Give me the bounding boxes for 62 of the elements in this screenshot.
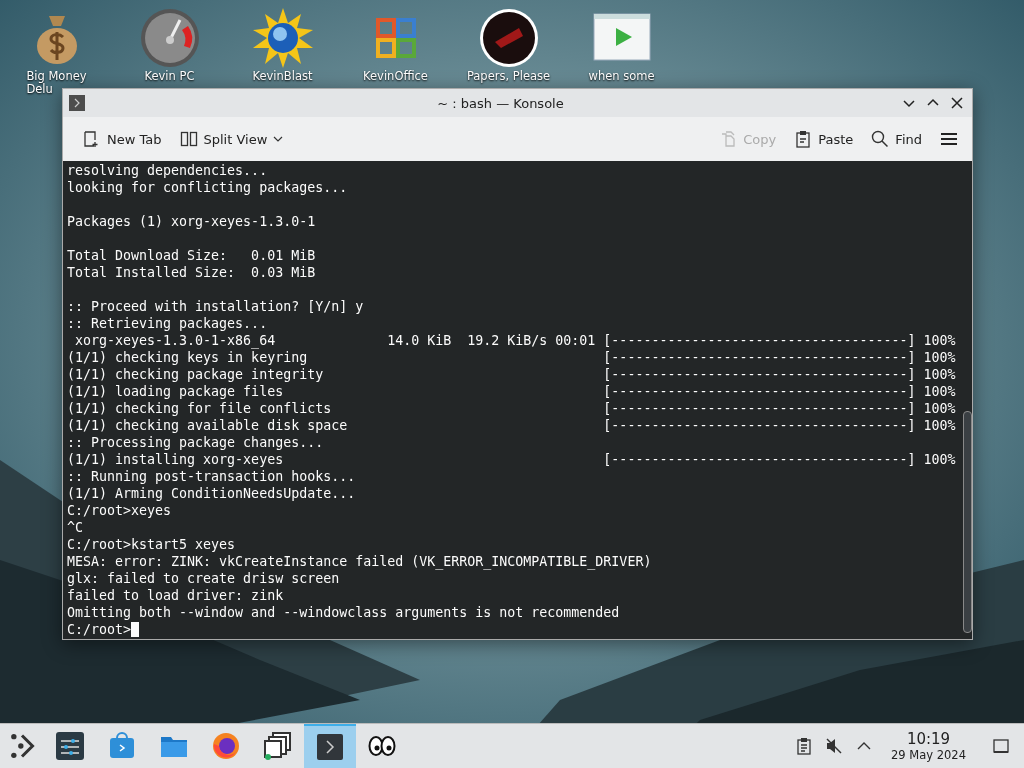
terminal-line: C:/root> bbox=[67, 621, 132, 638]
terminal-line: Total Installed Size: 0.03 MiB bbox=[67, 264, 316, 281]
terminal-line: looking for conflicting packages... bbox=[67, 179, 348, 196]
terminal-line: (1/1) installing xorg-xeyes [-------------------------------------] 100% bbox=[67, 451, 956, 468]
terminal-line: :: Retrieving packages... bbox=[67, 315, 268, 332]
caret-icon bbox=[273, 134, 284, 144]
icon-label[interactable]: Big Money bbox=[26, 70, 87, 83]
terminal-line: Omitting both --window and --windowclass arguments is not recommended bbox=[67, 604, 620, 621]
terminal-line: glx: failed to create drisw screen bbox=[67, 570, 340, 587]
launcher-icon bbox=[8, 732, 36, 760]
terminal-line: :: Running post-transaction hooks... bbox=[67, 468, 356, 485]
icon-label[interactable]: Kevin PC bbox=[144, 70, 195, 83]
terminal-line: C:/root>kstart5 xeyes bbox=[67, 536, 236, 553]
terminal-line: (1/1) checking for file conflicts [-------------------------------------] 100% bbox=[67, 400, 956, 417]
scrollbar-thumb[interactable] bbox=[962, 411, 972, 633]
terminal-line: :: Processing package changes... bbox=[67, 434, 324, 451]
terminal-line: (1/1) checking available disk space [-------------------------------------] 100% bbox=[67, 417, 956, 434]
new-tab-icon bbox=[83, 130, 101, 148]
terminal-line: (1/1) checking keys in keyring [-------------------------------------] 100% bbox=[67, 349, 956, 366]
paste-button[interactable]: Paste bbox=[788, 126, 860, 152]
emblem-icon bbox=[478, 8, 539, 68]
terminal-line: (1/1) checking package integrity [-------------------------------------] 100% bbox=[67, 366, 956, 383]
gauge-icon bbox=[139, 8, 200, 68]
terminal-line: failed to load driver: zink bbox=[67, 587, 284, 604]
terminal-icon bbox=[316, 733, 344, 761]
window-title: ~ : bash — Konsole bbox=[437, 95, 564, 111]
taskbar-button[interactable] bbox=[304, 724, 356, 768]
clipboard-icon[interactable] bbox=[795, 737, 813, 755]
terminal-line: Packages (1) xorg-xeyes-1.3.0-1 bbox=[67, 213, 316, 230]
find-button[interactable]: Find bbox=[865, 126, 928, 152]
terminal-line: xorg-xeyes-1.3.0-1-x86_64 14.0 KiB 19.2 KiB/s 00:01 [-------------------------------------] 100% bbox=[74, 332, 956, 349]
sun-globe-icon bbox=[252, 8, 313, 68]
clock-date: 29 May 2024 bbox=[891, 747, 966, 762]
icon-label[interactable]: Papers, Please bbox=[466, 70, 551, 83]
terminal-line: (1/1) loading package files [-------------------------------------] 100% bbox=[67, 383, 956, 400]
browser-icon bbox=[212, 732, 240, 760]
icon-label[interactable]: KevinBlast bbox=[252, 70, 313, 83]
window-stack-icon bbox=[264, 732, 292, 760]
bag-icon bbox=[108, 732, 136, 760]
split-view-button[interactable]: Split View bbox=[173, 126, 290, 152]
muted-speaker-icon[interactable] bbox=[825, 737, 843, 755]
terminal-line: ^C bbox=[67, 519, 83, 536]
sliders-icon bbox=[56, 732, 84, 760]
new-tab-button[interactable]: New Tab bbox=[77, 126, 168, 152]
terminal-icon bbox=[69, 95, 85, 111]
search-icon bbox=[871, 130, 890, 148]
icon-label[interactable]: when some bbox=[588, 70, 655, 83]
show-desktop-icon[interactable] bbox=[992, 737, 1010, 755]
terminal-line: :: Proceed with installation? [Y/n] y bbox=[67, 298, 364, 315]
icon-label[interactable]: KevinOffice bbox=[363, 70, 428, 83]
clock-time: 10:19 bbox=[906, 730, 951, 748]
menu-icon bbox=[940, 130, 958, 148]
terminal-line: Total Download Size: 0.01 MiB bbox=[67, 247, 316, 264]
icon-label[interactable]: Delu bbox=[26, 83, 53, 96]
terminal-line: MESA: error: ZINK: vkCreateInstance failed (VK_ERROR_INCOMPATIBLE_DRIVER) bbox=[67, 553, 652, 570]
split-view-icon bbox=[179, 130, 198, 148]
copy-icon bbox=[719, 130, 738, 148]
terminal-line: resolving dependencies... bbox=[67, 162, 268, 179]
clipboard-icon bbox=[794, 130, 813, 148]
terminal-line: (1/1) Arming ConditionNeedsUpdate... bbox=[67, 485, 356, 502]
clock[interactable]: 10:19 29 May 2024 bbox=[891, 730, 966, 762]
terminal-line: C:/root>xeyes bbox=[67, 502, 172, 519]
